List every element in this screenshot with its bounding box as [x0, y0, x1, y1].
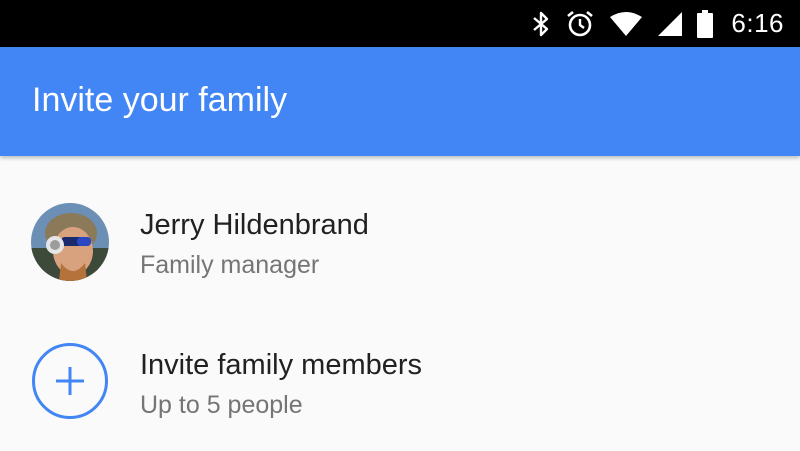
avatar	[31, 203, 109, 281]
app-bar: Invite your family	[0, 47, 800, 156]
list-item-family-manager[interactable]: Jerry Hildenbrand Family manager	[0, 171, 800, 311]
signal-icon	[657, 11, 683, 37]
item-text: Invite family members Up to 5 people	[140, 347, 422, 421]
invite-label: Invite family members	[140, 349, 423, 381]
list-item-invite-members[interactable]: Invite family members Up to 5 people	[0, 311, 800, 451]
battery-icon	[697, 9, 714, 38]
status-icons: 6:16	[531, 0, 784, 47]
bluetooth-icon	[531, 10, 551, 38]
member-name: Jerry Hildenbrand	[140, 209, 369, 241]
add-circle-icon	[31, 342, 109, 420]
status-bar: 6:16	[0, 0, 800, 47]
status-time: 6:16	[731, 8, 784, 38]
invite-limit: Up to 5 people	[140, 391, 303, 419]
member-role: Family manager	[140, 251, 320, 279]
item-text: Jerry Hildenbrand Family manager	[140, 207, 369, 281]
wifi-icon	[609, 11, 643, 37]
alarm-icon	[565, 9, 595, 39]
screen: 6:16 Invite your family Jerry Hildenbran…	[0, 0, 800, 451]
page-title: Invite your family	[32, 81, 288, 119]
